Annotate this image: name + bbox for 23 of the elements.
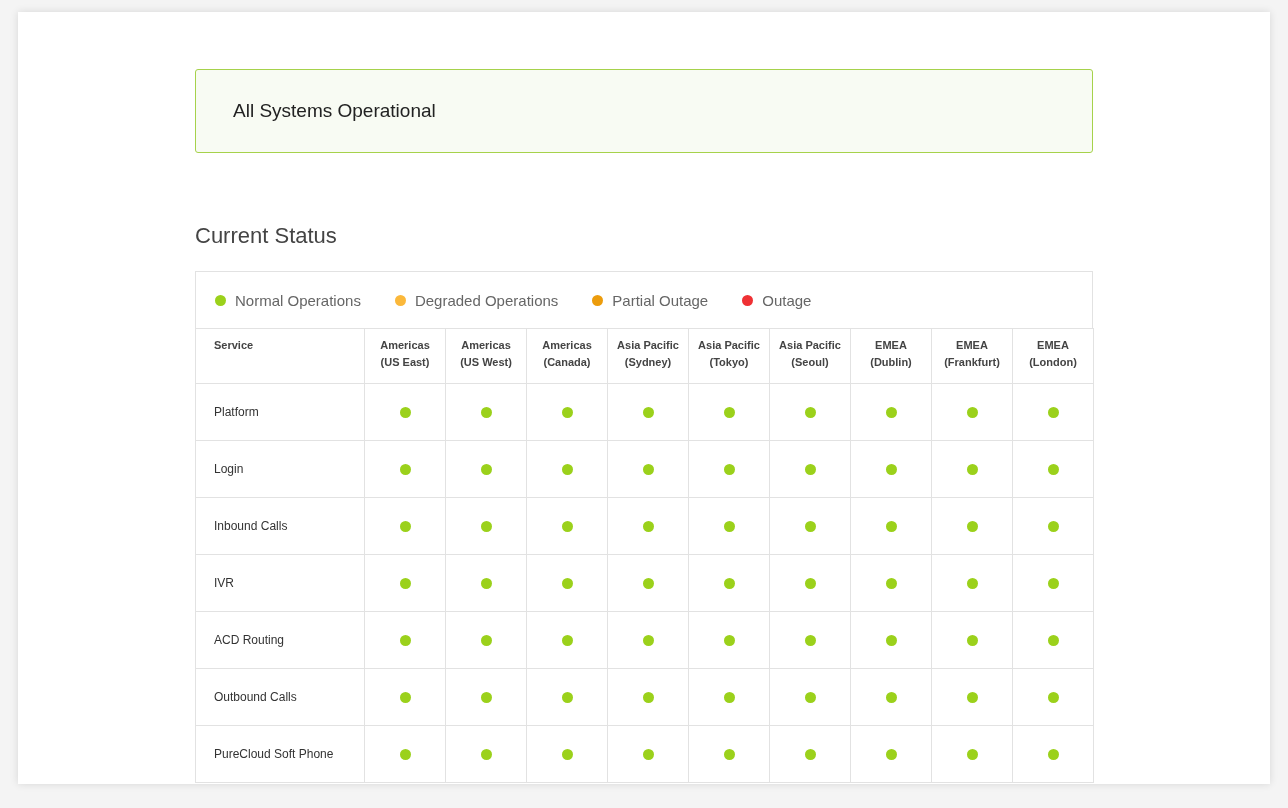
legend-label: Outage: [762, 291, 812, 309]
legend-label: Degraded Operations: [414, 291, 559, 309]
service-name: Login: [196, 441, 365, 498]
service-name: Inbound Calls: [196, 498, 365, 555]
service-name: IVR: [196, 555, 365, 612]
column-header: EMEA (Dublin): [851, 328, 932, 384]
banner-text: All Systems Operational: [233, 100, 436, 122]
service-name: Outbound Calls: [196, 669, 365, 726]
service-name: Platform: [196, 384, 365, 441]
column-header: Americas (US West): [446, 328, 527, 384]
column-header: Americas (US East): [365, 328, 446, 384]
column-header: Asia Pacific (Tokyo): [689, 328, 770, 384]
legend-label: Normal Operations: [235, 291, 361, 309]
column-header: EMEA (London): [1013, 328, 1094, 384]
column-header: Asia Pacific (Sydney): [608, 328, 689, 384]
legend-label: Partial Outage: [612, 291, 709, 309]
service-name: PureCloud Soft Phone: [196, 726, 365, 783]
column-header: Americas (Canada): [527, 328, 608, 384]
column-header: EMEA (Frankfurt): [932, 328, 1013, 384]
column-header: Asia Pacific (Seoul): [770, 328, 851, 384]
service-name: ACD Routing: [196, 612, 365, 669]
section-title: Current Status: [195, 223, 338, 249]
column-header: Service: [196, 328, 365, 384]
